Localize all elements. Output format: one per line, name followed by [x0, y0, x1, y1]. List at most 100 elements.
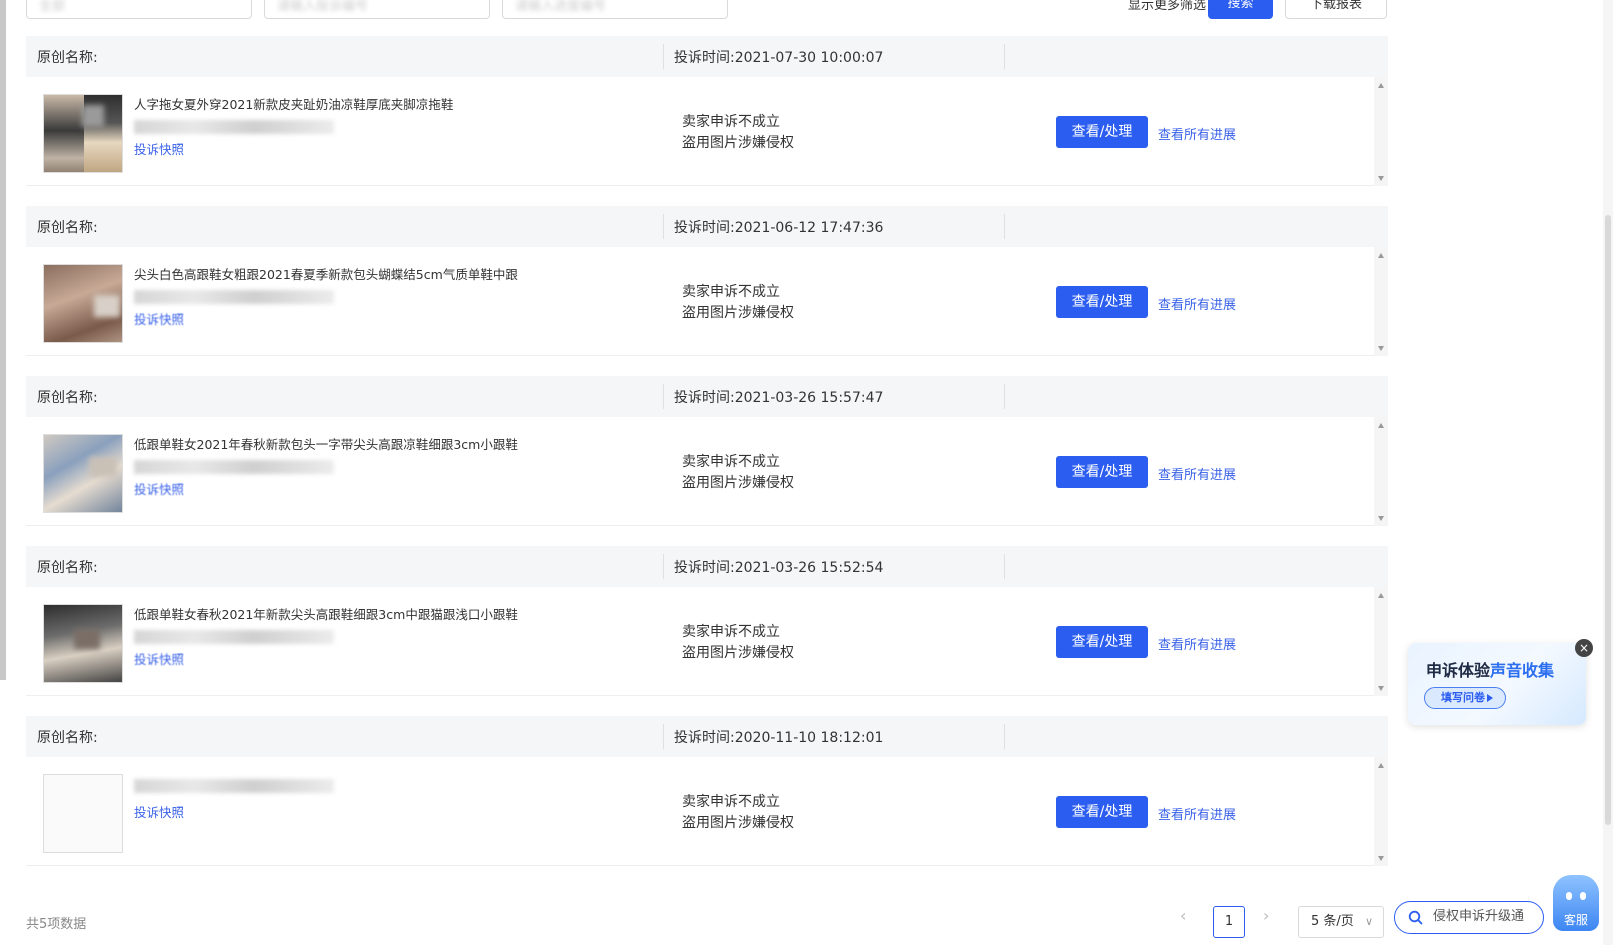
original-name-label: 原创名称: — [37, 220, 98, 236]
pixelation-mask — [94, 295, 120, 317]
status-result: 卖家申诉不成立 — [682, 624, 780, 640]
customer-service-button[interactable]: 客服 — [1553, 875, 1599, 935]
robot-eye — [1566, 892, 1572, 900]
status-reason: 盗用图片涉嫌侵权 — [682, 645, 794, 661]
complaint-status: 卖家申诉不成立 盗用图片涉嫌侵权 — [682, 282, 794, 324]
complaint-snapshot-link[interactable]: 投诉快照 — [134, 479, 184, 498]
view-handle-button[interactable]: 查看/处理 — [1056, 796, 1148, 828]
status-result: 卖家申诉不成立 — [682, 454, 780, 470]
product-title: 低跟单鞋女春秋2021年新款尖头高跟鞋细跟3cm中跟猫跟浅口小跟鞋 — [134, 607, 518, 622]
view-handle-button[interactable]: 查看/处理 — [1056, 286, 1148, 318]
complaint-snapshot-link[interactable]: 投诉快照 — [134, 649, 184, 668]
view-all-progress-link[interactable]: 查看所有进展 — [1158, 634, 1236, 653]
complaint-card: 原创名称: 投诉时间:2021-03-26 15:52:54 低跟单鞋女春秋20… — [26, 546, 1388, 696]
column-divider — [1004, 44, 1005, 69]
scroll-down-icon[interactable] — [1378, 176, 1384, 181]
total-count: 共5项数据 — [26, 917, 87, 932]
redacted-text — [134, 630, 334, 644]
page-number-button[interactable]: 1 — [1213, 906, 1245, 938]
scroll-up-icon[interactable] — [1378, 423, 1384, 428]
status-select-value: 全部 — [39, 0, 66, 14]
complaint-time: 投诉时间:2021-03-26 15:52:54 — [674, 560, 884, 576]
robot-eye — [1580, 892, 1586, 900]
complaint-card-header: 原创名称: 投诉时间:2021-07-30 10:00:07 — [26, 36, 1388, 77]
page-scrollbar[interactable] — [1603, 0, 1613, 945]
complaint-status: 卖家申诉不成立 盗用图片涉嫌侵权 — [682, 622, 794, 664]
view-handle-button[interactable]: 查看/处理 — [1056, 456, 1148, 488]
more-filters-link[interactable]: 显示更多筛选 — [1128, 0, 1206, 13]
status-result: 卖家申诉不成立 — [682, 794, 780, 810]
product-title: 尖头白色高跟鞋女粗跟2021春夏季新款包头蝴蝶结5cm气质单鞋中跟 — [134, 267, 518, 282]
view-all-progress-link[interactable]: 查看所有进展 — [1158, 294, 1236, 313]
customer-service-label: 客服 — [1563, 913, 1588, 927]
survey-title-part1: 申诉体验 — [1426, 661, 1491, 680]
redacted-text — [134, 779, 334, 793]
complaint-card: 原创名称: 投诉时间:2021-03-26 15:57:47 低跟单鞋女2021… — [26, 376, 1388, 526]
redacted-text — [134, 120, 334, 134]
scroll-up-icon[interactable] — [1378, 593, 1384, 598]
page-size-value: 5 条/页 — [1311, 914, 1354, 929]
complaint-time: 投诉时间:2021-06-12 17:47:36 — [674, 220, 884, 236]
product-thumbnail-empty[interactable] — [43, 774, 123, 853]
next-page-icon[interactable]: › — [1263, 906, 1269, 925]
complaint-card-header: 原创名称: 投诉时间:2021-03-26 15:52:54 — [26, 546, 1388, 587]
column-divider — [1004, 554, 1005, 579]
product-title: 低跟单鞋女2021年春秋新款包头一字带尖头高跟凉鞋细跟3cm小跟鞋 — [134, 437, 518, 452]
pixelation-mask — [89, 457, 117, 477]
close-icon[interactable]: × — [1575, 639, 1593, 657]
play-icon — [1487, 694, 1493, 702]
complaint-card: 原创名称: 投诉时间:2020-11-10 18:12:01 投诉快照 卖家申诉… — [26, 716, 1388, 866]
view-handle-button[interactable]: 查看/处理 — [1056, 626, 1148, 658]
fill-survey-button[interactable]: 填写问卷 — [1424, 687, 1506, 709]
rights-upgrade-label: 侵权申诉升级通 — [1433, 909, 1525, 924]
scroll-down-icon[interactable] — [1378, 856, 1384, 861]
complaint-id-input[interactable]: 请输入投诉编号 — [264, 0, 490, 19]
product-thumbnail[interactable] — [43, 604, 123, 683]
filter-bar: 全部 请输入投诉编号 请输入进度编号 显示更多筛选 搜索 下载报表 — [0, 0, 1400, 20]
status-reason: 盗用图片涉嫌侵权 — [682, 135, 794, 151]
complaint-time: 投诉时间:2021-07-30 10:00:07 — [674, 50, 884, 66]
prev-page-icon[interactable]: ‹ — [1180, 906, 1186, 925]
scroll-up-icon[interactable] — [1378, 253, 1384, 258]
column-divider — [663, 44, 664, 69]
pixelation-mask — [74, 629, 100, 649]
status-select[interactable]: 全部 — [26, 0, 252, 19]
search-icon — [1408, 910, 1423, 925]
scroll-down-icon[interactable] — [1378, 686, 1384, 691]
complaint-snapshot-link[interactable]: 投诉快照 — [134, 309, 184, 328]
product-thumbnail[interactable] — [43, 94, 123, 173]
scroll-down-icon[interactable] — [1378, 516, 1384, 521]
complaint-time: 投诉时间:2020-11-10 18:12:01 — [674, 730, 884, 746]
card-scrollbar[interactable] — [1374, 417, 1388, 526]
search-button[interactable]: 搜索 — [1208, 0, 1273, 19]
original-name-label: 原创名称: — [37, 390, 98, 406]
page-scrollbar-thumb[interactable] — [1605, 215, 1611, 825]
card-scrollbar[interactable] — [1374, 757, 1388, 866]
survey-popup[interactable]: 申诉体验声音收集 填写问卷 — [1408, 643, 1586, 725]
card-scrollbar[interactable] — [1374, 247, 1388, 356]
export-button[interactable]: 下载报表 — [1285, 0, 1387, 19]
scroll-up-icon[interactable] — [1378, 763, 1384, 768]
column-divider — [1004, 384, 1005, 409]
thumbnail-figure — [44, 95, 84, 172]
view-all-progress-link[interactable]: 查看所有进展 — [1158, 124, 1236, 143]
complaint-status: 卖家申诉不成立 盗用图片涉嫌侵权 — [682, 112, 794, 154]
rights-upgrade-button[interactable]: 侵权申诉升级通 — [1394, 901, 1544, 934]
product-thumbnail[interactable] — [43, 434, 123, 513]
product-thumbnail[interactable] — [43, 264, 123, 343]
progress-id-input[interactable]: 请输入进度编号 — [502, 0, 728, 19]
view-all-progress-link[interactable]: 查看所有进展 — [1158, 464, 1236, 483]
view-handle-button[interactable]: 查看/处理 — [1056, 116, 1148, 148]
scroll-down-icon[interactable] — [1378, 346, 1384, 351]
complaint-list: 原创名称: 投诉时间:2021-07-30 10:00:07 人字拖女夏外穿20… — [26, 36, 1388, 886]
complaint-snapshot-link[interactable]: 投诉快照 — [134, 139, 184, 158]
complaint-card-body: 人字拖女夏外穿2021新款皮夹趾奶油凉鞋厚底夹脚凉拖鞋 投诉快照 卖家申诉不成立… — [26, 77, 1388, 186]
card-scrollbar[interactable] — [1374, 587, 1388, 696]
scroll-up-icon[interactable] — [1378, 83, 1384, 88]
complaint-card-header: 原创名称: 投诉时间:2021-06-12 17:47:36 — [26, 206, 1388, 247]
card-scrollbar[interactable] — [1374, 77, 1388, 186]
column-divider — [663, 384, 664, 409]
page-size-select[interactable]: 5 条/页 ∨ — [1298, 906, 1384, 938]
complaint-snapshot-link[interactable]: 投诉快照 — [134, 802, 184, 821]
view-all-progress-link[interactable]: 查看所有进展 — [1158, 804, 1236, 823]
